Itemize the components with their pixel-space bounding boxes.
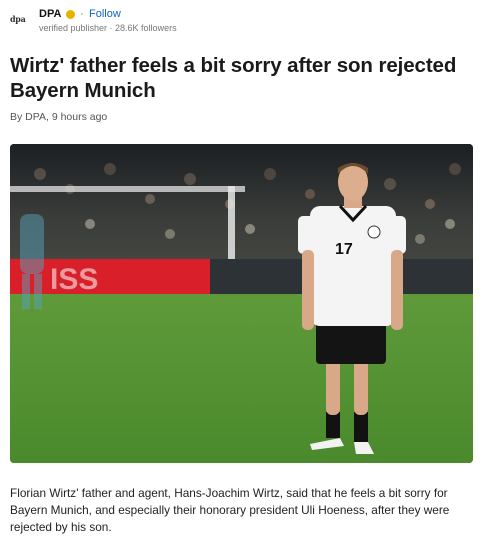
article-byline: By DPA, 9 hours ago [10,111,108,123]
verified-badge-icon [66,10,75,19]
publisher-meta: verified publisher · 28.6K followers [39,23,177,33]
separator-dot: · [80,8,84,20]
hero-photo-illustration: ISS 17 [10,144,473,463]
publisher-logo[interactable]: dpa [10,11,30,27]
follow-button[interactable]: Follow [89,8,121,21]
article-lead-paragraph: Florian Wirtz' father and agent, Hans-Jo… [10,486,450,534]
publisher-header: dpa DPA · Follow verified publisher · 28… [10,8,310,36]
article-headline: Wirtz' father feels a bit sorry after so… [10,54,457,102]
stadium-banner-text: ISS [50,263,98,296]
publisher-name[interactable]: DPA [39,8,61,21]
jersey-number: 17 [335,241,353,258]
hero-image[interactable]: ISS 17 [10,144,473,463]
